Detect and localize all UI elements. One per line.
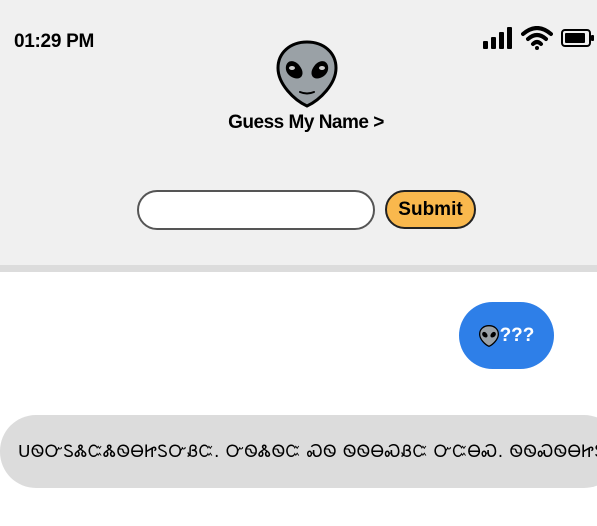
bot-message-bubble: ᑌᏫᏅᏚᏜᏨᏜᏫᎾᏥᏚᏅᏰᏨ. ᏅᏫᏜᏫᏨ ᏍᏫ ᏫᏫᎾᏍᏰᏨ ᏅᏨᎾᏍ. ᏫᏫ… bbox=[0, 415, 597, 488]
header-divider bbox=[0, 265, 597, 272]
alien-icon bbox=[276, 40, 338, 108]
status-time: 01:29 PM bbox=[14, 31, 94, 52]
wifi-icon bbox=[521, 26, 553, 50]
guess-name-input[interactable] bbox=[137, 190, 375, 230]
battery-icon bbox=[561, 29, 594, 47]
bot-message-text: ᑌᏫᏅᏚᏜᏨᏜᏫᎾᏥᏚᏅᏰᏨ. ᏅᏫᏜᏫᏨ ᏍᏫ ᏫᏫᎾᏍᏰᏨ ᏅᏨᎾᏍ. ᏫᏫ… bbox=[18, 441, 597, 462]
status-icons bbox=[483, 26, 595, 50]
user-message-text: ??? bbox=[499, 324, 535, 346]
submit-button[interactable]: Submit bbox=[385, 190, 476, 229]
page-title[interactable]: Guess My Name > bbox=[0, 112, 597, 134]
alien-icon bbox=[478, 324, 499, 347]
signal-icon bbox=[483, 27, 512, 49]
screen: 01:29 PM Guess My Name > Submit ??? ᑌᏫᏅᏚ… bbox=[0, 0, 597, 526]
user-message-bubble: ??? bbox=[459, 302, 554, 369]
